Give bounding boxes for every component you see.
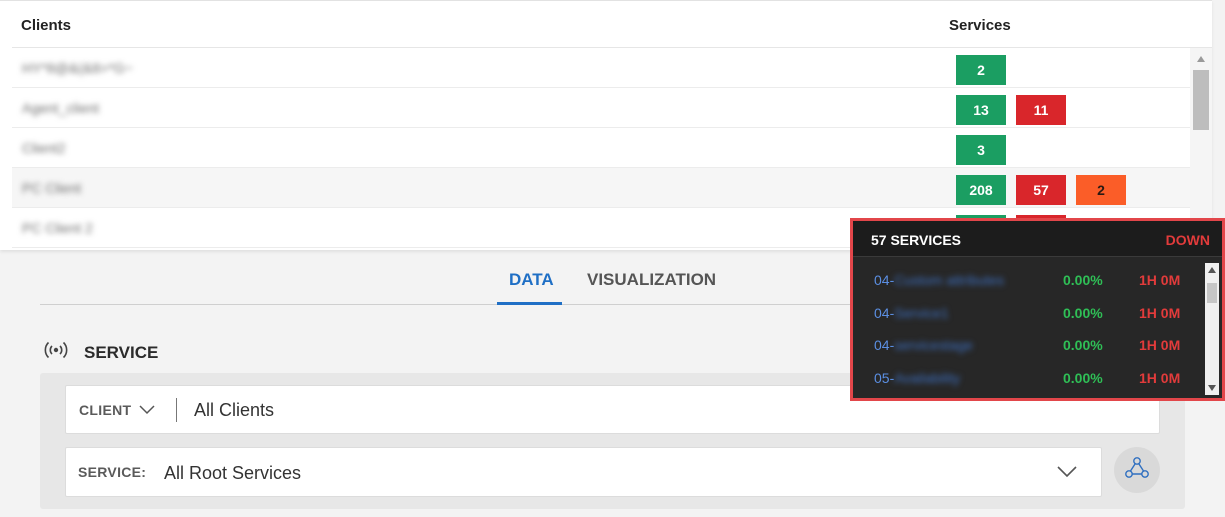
up-count-badge[interactable]: 3	[956, 135, 1006, 165]
service-badges: 2	[956, 55, 1006, 85]
chevron-down-icon[interactable]	[1056, 462, 1078, 485]
availability-percent: 0.00%	[1063, 369, 1103, 386]
service-badges: 208 57 2	[956, 175, 1126, 205]
popup-title: 57 SERVICES	[871, 232, 962, 248]
table-row[interactable]: Client2 3	[12, 128, 1190, 168]
service-section-title: SERVICE	[84, 342, 159, 362]
availability-percent: 0.00%	[1063, 304, 1103, 321]
up-count-badge[interactable]: 2	[956, 55, 1006, 85]
clients-column-header[interactable]: Clients	[21, 17, 71, 34]
client-name[interactable]: PC Client 2	[22, 220, 93, 236]
tabs-divider	[40, 304, 900, 305]
list-item[interactable]: 05-Availability 0.00% 1H 0M	[853, 361, 1205, 394]
up-count-badge[interactable]: 208	[956, 175, 1006, 205]
scroll-up-arrow-icon[interactable]	[1208, 267, 1216, 273]
scrollbar-thumb[interactable]	[1193, 70, 1209, 130]
service-name-link[interactable]: 04-servicestage	[874, 337, 973, 353]
service-name-link[interactable]: 05-Availability	[874, 370, 960, 386]
client-name[interactable]: Client2	[22, 140, 66, 156]
popup-status: DOWN	[1165, 232, 1210, 248]
down-count-badge[interactable]: 11	[1016, 95, 1066, 125]
services-down-popup: 57 SERVICES DOWN 04-Custom attributes 0.…	[850, 218, 1225, 401]
down-duration: 1H 0M	[1139, 369, 1181, 386]
divider	[176, 398, 177, 422]
service-name-link[interactable]: 04-Custom attributes	[874, 272, 1004, 288]
list-item[interactable]: 04-Custom attributes 0.00% 1H 0M	[853, 263, 1205, 296]
service-select[interactable]: SERVICE: All Root Services	[65, 447, 1102, 497]
table-row[interactable]: HY*8@&(&8>*G~ 2	[12, 48, 1190, 88]
active-tab-indicator	[497, 302, 562, 305]
client-filter-value[interactable]: All Clients	[194, 400, 274, 421]
service-badges: 13 11	[956, 95, 1066, 125]
up-count-badge[interactable]: 13	[956, 95, 1006, 125]
client-filter-label[interactable]: CLIENT	[79, 402, 131, 418]
service-name-link[interactable]: 04-Service1	[874, 305, 949, 321]
down-duration: 1H 0M	[1139, 304, 1181, 321]
popup-scrollbar[interactable]	[1205, 263, 1219, 395]
table-row[interactable]: Agent_client 13 11	[12, 88, 1190, 128]
service-section-header: SERVICE	[42, 338, 158, 367]
service-select-label: SERVICE:	[78, 464, 147, 480]
hierarchy-button[interactable]	[1114, 447, 1160, 493]
client-name[interactable]: HY*8@&(&8>*G~	[22, 60, 133, 76]
popup-header: 57 SERVICES DOWN	[853, 221, 1222, 257]
clients-panel: Clients Services HY*8@&(&8>*G~ 2 Agent_c…	[0, 0, 1212, 251]
services-column-header[interactable]: Services	[949, 17, 1011, 34]
broadcast-icon	[42, 338, 70, 367]
tab-visualization[interactable]: VISUALIZATION	[587, 270, 716, 290]
down-count-badge[interactable]: 57	[1016, 175, 1066, 205]
scroll-up-arrow-icon[interactable]	[1197, 56, 1205, 62]
availability-percent: 0.00%	[1063, 272, 1103, 288]
service-badges: 3	[956, 135, 1006, 165]
down-duration: 1H 0M	[1139, 272, 1181, 288]
availability-percent: 0.00%	[1063, 337, 1103, 353]
client-name[interactable]: PC Client	[22, 180, 81, 196]
list-item[interactable]: 04-Service1 0.00% 1H 0M	[853, 296, 1205, 329]
popup-service-list: 04-Custom attributes 0.00% 1H 0M 04-Serv…	[853, 263, 1205, 395]
scroll-down-arrow-icon[interactable]	[1208, 385, 1216, 391]
hierarchy-icon	[1124, 456, 1150, 485]
list-item[interactable]: 04-servicestage 0.00% 1H 0M	[853, 328, 1205, 361]
client-name[interactable]: Agent_client	[22, 100, 99, 116]
down-duration: 1H 0M	[1139, 337, 1181, 353]
scrollbar-thumb[interactable]	[1207, 283, 1217, 303]
warning-count-badge[interactable]: 2	[1076, 175, 1126, 205]
table-row[interactable]: PC Client 208 57 2	[12, 168, 1190, 208]
service-select-value[interactable]: All Root Services	[164, 463, 301, 484]
clients-table-header: Clients Services	[12, 1, 1212, 48]
chevron-down-icon[interactable]	[138, 400, 156, 423]
tab-data[interactable]: DATA	[509, 270, 554, 290]
